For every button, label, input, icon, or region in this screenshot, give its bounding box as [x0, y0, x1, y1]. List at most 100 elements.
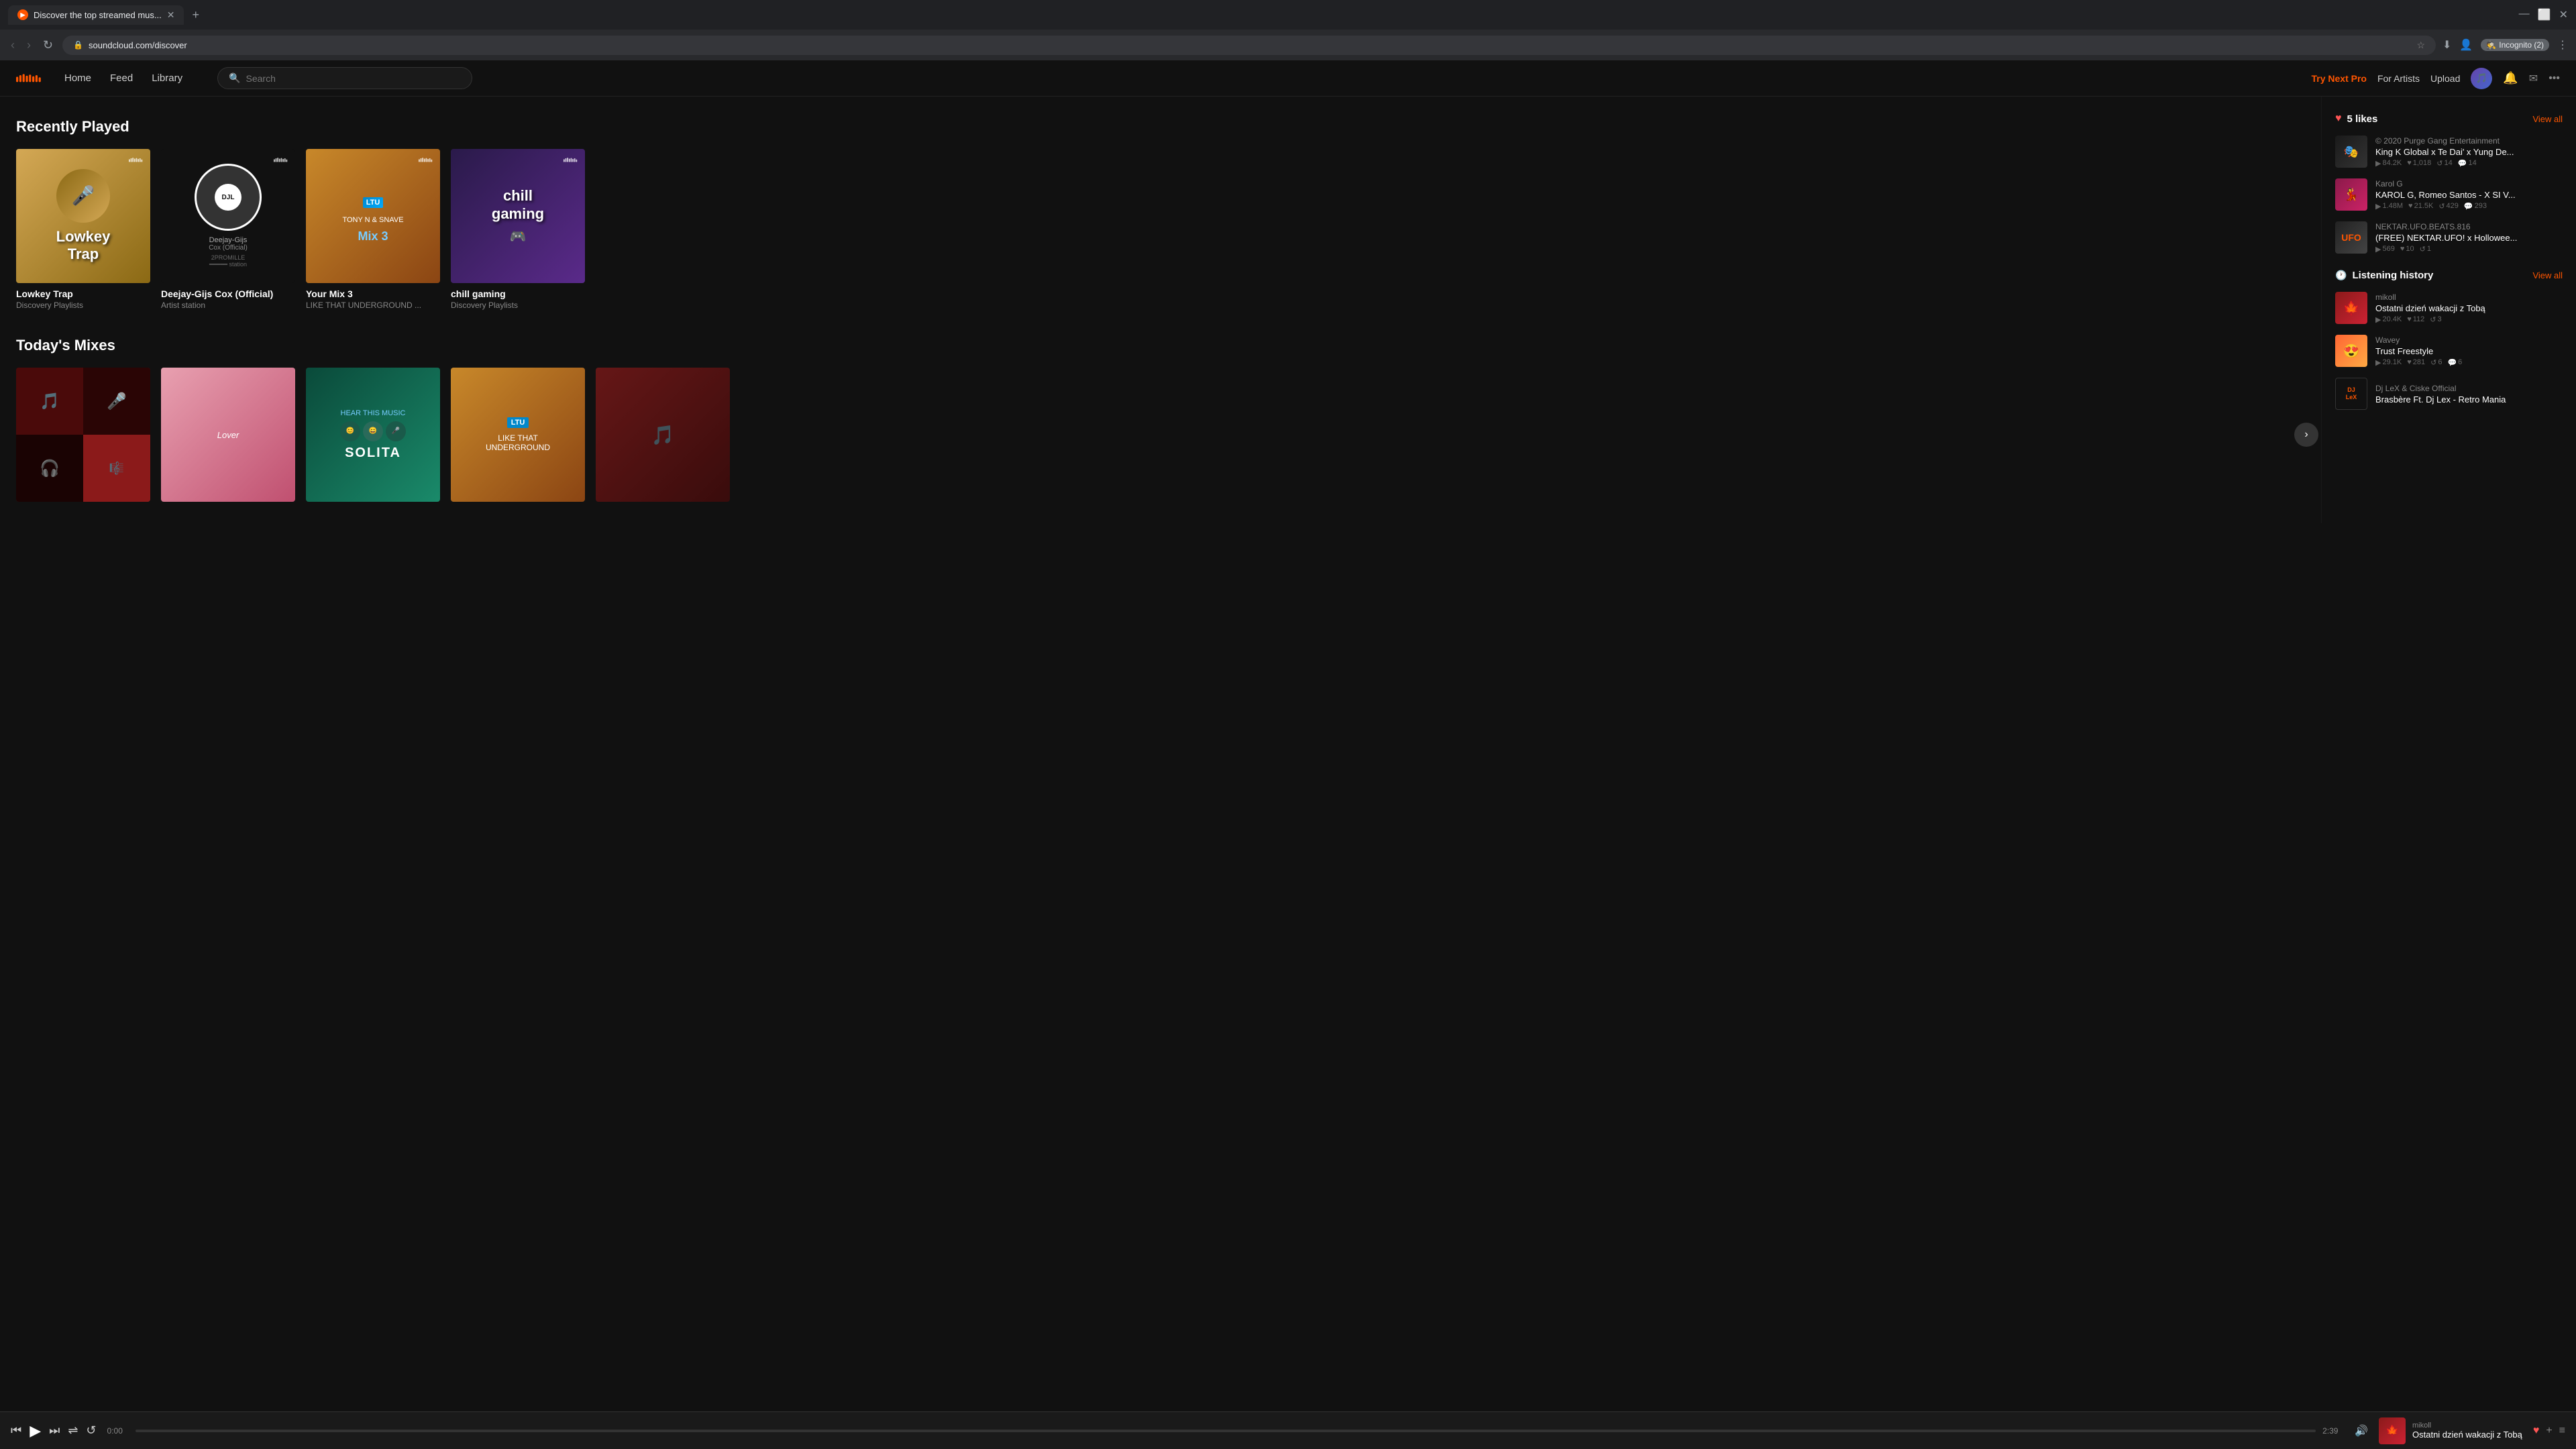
incognito-badge: 🕵 Incognito (2) — [2481, 39, 2549, 51]
active-tab[interactable]: ▶ Discover the top streamed mus... ✕ — [8, 5, 184, 25]
address-bar[interactable]: 🔒 soundcloud.com/discover ☆ — [62, 36, 2436, 55]
player-queue-button[interactable]: ≡ — [2559, 1425, 2565, 1437]
card-mix-2[interactable]: Lover — [161, 368, 295, 502]
chill-gaming-text: chillgaming — [492, 187, 544, 223]
history-section: 🕐 Listening history View all 🍁 mikoll Os… — [2335, 270, 2563, 410]
track-2-thumb: 💃 — [2335, 178, 2367, 211]
player-track-thumb: 🍁 — [2379, 1417, 2406, 1444]
profile-icon[interactable]: 👤 — [2459, 38, 2473, 52]
search-input[interactable] — [246, 73, 462, 84]
history-track-2-info: Wavey Trust Freestyle ▶ 29.1K ♥ 281 ↺ 6 … — [2375, 335, 2563, 367]
player-like-button[interactable]: ♥ — [2533, 1425, 2540, 1437]
player-add-button[interactable]: + — [2546, 1425, 2552, 1437]
card-mix3[interactable]: LTU TONY N & SNAVE Mix 3 — [306, 149, 440, 310]
card-mix3-image: LTU TONY N & SNAVE Mix 3 — [306, 149, 440, 283]
repost-count-1: ↺ 14 — [2436, 159, 2452, 168]
nav-home[interactable]: Home — [64, 70, 91, 87]
play-pause-button[interactable]: ▶ — [30, 1422, 41, 1440]
extension-icon[interactable]: ⋮ — [2557, 38, 2568, 52]
track-3-stats: ▶ 569 ♥ 10 ↺ 1 — [2375, 245, 2563, 254]
user-avatar[interactable]: 🎵 — [2471, 68, 2492, 89]
history-track-3-title: Brasbère Ft. Dj Lex - Retro Mania — [2375, 394, 2563, 405]
history-track-1-stats: ▶ 20.4K ♥ 112 ↺ 3 — [2375, 315, 2563, 324]
reload-button[interactable]: ↻ — [40, 36, 56, 55]
track-1-thumb: 🎭 — [2335, 136, 2367, 168]
search-icon: 🔍 — [229, 72, 240, 84]
search-bar[interactable]: 🔍 — [217, 67, 472, 89]
history-track-2-title: Trust Freestyle — [2375, 346, 2563, 356]
shuffle-button[interactable]: ⇌ — [68, 1424, 78, 1438]
card-deejay[interactable]: DJL Deejay-Gijs Cox (Official) 2PROMILLE… — [161, 149, 295, 310]
maximize-button[interactable]: ⬜ — [2538, 8, 2551, 21]
history-track-1[interactable]: 🍁 mikoll Ostatni dzień wakacji z Tobą ▶ … — [2335, 292, 2563, 324]
progress-bar[interactable] — [136, 1430, 2316, 1432]
history-track-1-artist: mikoll — [2375, 292, 2563, 302]
sidebar-track-1[interactable]: 🎭 © 2020 Purge Gang Entertainment King K… — [2335, 136, 2563, 168]
card-mix-4[interactable]: LTU LIKE THATUNDERGROUND — [451, 368, 585, 502]
card-lowkey-trap[interactable]: 🎤 LowkeyTrap — [16, 149, 150, 310]
notifications-icon[interactable]: 🔔 — [2503, 71, 2518, 85]
sidebar-track-2[interactable]: 💃 Karol G KAROL G, Romeo Santos - X SI V… — [2335, 178, 2563, 211]
comment-count-1: 💬 14 — [2458, 159, 2477, 168]
forward-button[interactable]: › — [24, 36, 34, 55]
mix3-label: Mix 3 — [342, 229, 403, 244]
play-count-1: ▶ 84.2K — [2375, 159, 2402, 168]
hist-repost-1: ↺ 3 — [2430, 315, 2441, 324]
for-artists-link[interactable]: For Artists — [2377, 73, 2420, 84]
track-3-artist: NEKTAR.UFO.BEATS.816 — [2375, 222, 2563, 231]
progress-section: 0:00 2:39 — [107, 1426, 2345, 1436]
content-area: Recently Played 🎤 LowkeyTrap — [0, 97, 2321, 523]
history-section-header: 🕐 Listening history View all — [2335, 270, 2563, 281]
history-view-all[interactable]: View all — [2532, 270, 2563, 280]
likes-view-all[interactable]: View all — [2532, 114, 2563, 124]
soundcloud-logo-icon — [16, 68, 43, 89]
next-arrow-button[interactable]: › — [2294, 423, 2318, 447]
card-chill-gaming-image: chillgaming 🎮 — [451, 149, 585, 283]
track-1-stats: ▶ 84.2K ♥ 1,018 ↺ 14 💬 14 — [2375, 159, 2563, 168]
nav-feed[interactable]: Feed — [110, 70, 133, 87]
nav-library[interactable]: Library — [152, 70, 182, 87]
card-mix-1[interactable]: 🎵 🎤 🎧 🎼 — [16, 368, 150, 502]
try-next-pro-button[interactable]: Try Next Pro — [2311, 73, 2366, 84]
sc-logo[interactable] — [16, 68, 43, 89]
volume-icon[interactable]: 🔊 — [2355, 1424, 2368, 1438]
likes-section: ♥ 5 likes View all 🎭 © 2020 Purge Gang E… — [2335, 113, 2563, 254]
messages-icon[interactable]: ✉ — [2529, 72, 2538, 85]
card-deejay-title: Deejay-Gijs Cox (Official) — [161, 288, 295, 299]
history-track-2[interactable]: 😍 Wavey Trust Freestyle ▶ 29.1K ♥ 281 ↺ … — [2335, 335, 2563, 367]
repeat-button[interactable]: ↺ — [86, 1424, 96, 1438]
new-tab-button[interactable]: + — [186, 8, 205, 22]
tab-close-button[interactable]: ✕ — [167, 9, 175, 21]
star-icon[interactable]: ☆ — [2416, 40, 2425, 51]
back-button[interactable]: ‹ — [8, 36, 17, 55]
upload-button[interactable]: Upload — [2430, 73, 2460, 84]
card-mix-3[interactable]: HEAR THIS MUSIC 😊 😄 🎤 SOLITA — [306, 368, 440, 502]
minimize-button[interactable]: — — [2519, 8, 2530, 21]
card-deejay-subtitle: Artist station — [161, 301, 295, 310]
current-time: 0:00 — [107, 1426, 129, 1436]
card-lowkey-trap-image: 🎤 LowkeyTrap — [16, 149, 150, 283]
todays-mixes-section: Today's Mixes 🎵 🎤 🎧 🎼 — [16, 337, 2305, 502]
card-mix3-subtitle: LIKE THAT UNDERGROUND ... — [306, 301, 440, 310]
sidebar-track-3[interactable]: UFO NEKTAR.UFO.BEATS.816 (FREE) NEKTAR.U… — [2335, 221, 2563, 254]
player-track-info: mikoll Ostatni dzień wakacji z Tobą — [2412, 1421, 2522, 1440]
player-controls: ⏮ ▶ ⏭ ⇌ ↺ — [11, 1422, 97, 1440]
player-bar: ⏮ ▶ ⏭ ⇌ ↺ 0:00 2:39 🔊 🍁 mikoll Ostatni d… — [0, 1411, 2576, 1449]
recently-played-title: Recently Played — [16, 118, 2305, 136]
history-track-1-title: Ostatni dzień wakacji z Tobą — [2375, 303, 2563, 313]
card-mix-4-image: LTU LIKE THATUNDERGROUND — [451, 368, 585, 502]
card-mix-5[interactable]: 🎵 — [596, 368, 730, 502]
todays-mixes-title: Today's Mixes — [16, 337, 2305, 354]
card-chill-gaming-title: chill gaming — [451, 288, 585, 299]
close-window-button[interactable]: ✕ — [2559, 8, 2568, 21]
card-chill-gaming[interactable]: chillgaming 🎮 — [451, 149, 585, 310]
download-icon[interactable]: ⬇ — [2443, 38, 2451, 52]
soundcloud-badge-2 — [274, 156, 288, 168]
history-track-3[interactable]: DJLeX Dj LeX & Ciske Official Brasbère F… — [2335, 378, 2563, 410]
skip-forward-button[interactable]: ⏭ — [49, 1424, 60, 1438]
more-options-icon[interactable]: ••• — [2548, 72, 2560, 85]
hist-play-2: ▶ 29.1K — [2375, 358, 2402, 367]
track-3-info: NEKTAR.UFO.BEATS.816 (FREE) NEKTAR.UFO! … — [2375, 222, 2563, 254]
skip-back-button[interactable]: ⏮ — [11, 1424, 21, 1438]
total-time: 2:39 — [2322, 1426, 2344, 1436]
